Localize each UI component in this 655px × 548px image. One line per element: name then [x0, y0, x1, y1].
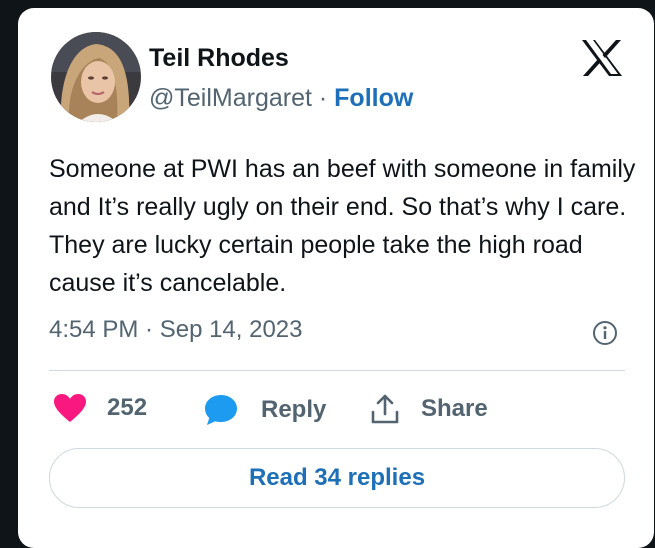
reply-label: Reply	[261, 396, 327, 423]
share-upload-icon	[371, 394, 399, 424]
avatar[interactable]	[51, 32, 141, 122]
like-button[interactable]: 252	[53, 393, 147, 423]
x-logo-icon[interactable]	[580, 38, 624, 78]
tweet-text: Someone at PWI has an beef with someone …	[49, 155, 636, 297]
share-button[interactable]: Share	[369, 393, 488, 425]
follow-button[interactable]: Follow	[334, 84, 413, 112]
tweet-card: Teil Rhodes @TeilMargaret · Follow Someo…	[18, 8, 654, 548]
info-icon[interactable]	[592, 320, 618, 346]
handle-row: @TeilMargaret · Follow	[149, 84, 413, 113]
share-label: Share	[421, 395, 488, 422]
reply-button[interactable]: Reply	[203, 393, 326, 427]
speech-bubble-icon	[205, 395, 237, 425]
divider	[49, 370, 625, 371]
handle-separator: ·	[311, 84, 335, 112]
read-replies-button[interactable]: Read 34 replies	[49, 448, 625, 508]
heart-icon	[54, 394, 86, 422]
tweet-timestamp[interactable]: 4:54 PM · Sep 14, 2023	[49, 316, 303, 344]
author-handle[interactable]: @TeilMargaret	[149, 84, 312, 112]
author-name[interactable]: Teil Rhodes	[149, 44, 289, 73]
like-count: 252	[107, 394, 148, 421]
